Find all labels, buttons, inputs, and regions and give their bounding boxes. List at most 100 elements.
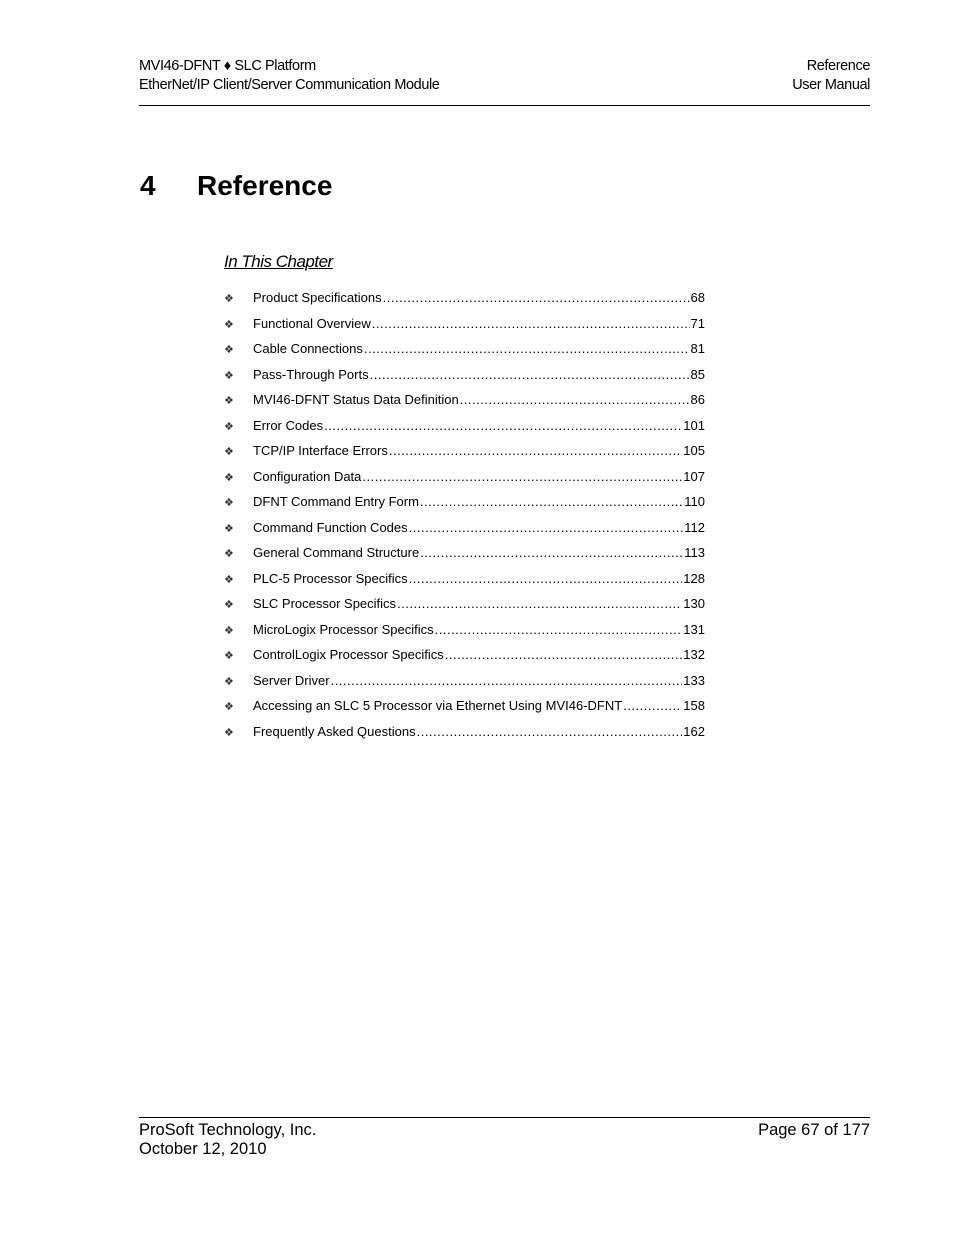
toc-dot-leader [372, 316, 690, 331]
four-diamond-bullet-icon: ❖ [224, 650, 234, 662]
toc-dot-leader [409, 520, 684, 535]
toc-dot-leader [420, 545, 683, 560]
footer-publisher-info: ProSoft Technology, Inc. October 12, 201… [139, 1121, 316, 1159]
toc-page-number[interactable]: 71 [691, 316, 705, 331]
toc-entry[interactable]: ❖ MicroLogix Processor Specifics 131 [224, 622, 705, 648]
toc-page-number[interactable]: 131 [683, 622, 705, 637]
toc-dot-leader [460, 392, 690, 407]
four-diamond-bullet-icon: ❖ [224, 701, 234, 713]
toc-page-number[interactable]: 112 [684, 520, 705, 535]
toc-dot-leader [417, 724, 683, 739]
toc-entry-link[interactable]: MVI46-DFNT Status Data Definition [253, 392, 459, 407]
four-diamond-bullet-icon: ❖ [224, 293, 234, 305]
toc-dot-leader [445, 647, 683, 662]
toc-entry-link[interactable]: TCP/IP Interface Errors [253, 443, 388, 458]
toc-entry-link[interactable]: Command Function Codes [253, 520, 408, 535]
four-diamond-bullet-icon: ❖ [224, 471, 234, 484]
toc-dot-leader [397, 596, 682, 611]
four-diamond-bullet-icon: ❖ [224, 522, 234, 535]
four-diamond-bullet-icon: ❖ [224, 420, 234, 433]
toc-dot-leader [364, 341, 690, 356]
four-diamond-bullet-icon: ❖ [224, 624, 234, 637]
toc-entry[interactable]: ❖ DFNT Command Entry Form 110 [224, 494, 705, 520]
four-diamond-bullet-icon: ❖ [224, 395, 234, 407]
toc-entry[interactable]: ❖ Frequently Asked Questions 162 [224, 724, 705, 750]
four-diamond-bullet-icon: ❖ [224, 726, 234, 739]
toc-page-number[interactable]: 101 [683, 418, 705, 433]
toc-entry-link[interactable]: DFNT Command Entry Form [253, 494, 419, 509]
toc-entry[interactable]: ❖ MVI46-DFNT Status Data Definition 86 [224, 392, 705, 418]
toc-entry[interactable]: ❖ Server Driver 133 [224, 673, 705, 699]
toc-entry[interactable]: ❖ Cable Connections 81 [224, 341, 705, 367]
toc-dot-leader [383, 290, 690, 305]
toc-dot-leader [362, 469, 682, 484]
toc-entry[interactable]: ❖ PLC-5 Processor Specifics 128 [224, 571, 705, 597]
chapter-title-text: Reference [197, 170, 333, 201]
four-diamond-bullet-icon: ❖ [224, 548, 234, 560]
toc-entry[interactable]: ❖ Product Specifications 68 [224, 290, 705, 316]
toc-dot-leader [331, 673, 683, 688]
toc-entry[interactable]: ❖ Accessing an SLC 5 Processor via Ethern… [224, 698, 705, 724]
toc-page-number[interactable]: 162 [683, 724, 705, 739]
toc-dot-leader [623, 698, 682, 713]
toc-page-number[interactable]: 128 [683, 571, 705, 586]
chapter-title: 4 Reference [140, 170, 332, 202]
toc-page-number[interactable]: 68 [691, 290, 705, 305]
toc-entry-link[interactable]: ControlLogix Processor Specifics [253, 647, 444, 662]
toc-dot-leader [435, 622, 683, 637]
page-header: MVI46-DFNT ♦ SLC Platform EtherNet/IP Cl… [139, 57, 870, 106]
toc-entry-link[interactable]: MicroLogix Processor Specifics [253, 622, 434, 637]
toc-entry[interactable]: ❖ ControlLogix Processor Specifics 132 [224, 647, 705, 673]
toc-entry-link[interactable]: PLC-5 Processor Specifics [253, 571, 408, 586]
toc-entry[interactable]: ❖ Pass-Through Ports 85 [224, 367, 705, 393]
toc-page-number[interactable]: 86 [691, 392, 705, 407]
header-section-info: Reference User Manual [792, 57, 870, 95]
toc-page-number[interactable]: 132 [683, 647, 705, 662]
footer-company: ProSoft Technology, Inc. [139, 1121, 317, 1139]
toc-entry-link[interactable]: Frequently Asked Questions [253, 724, 416, 739]
four-diamond-bullet-icon: ❖ [224, 497, 234, 509]
toc-entry-link[interactable]: Functional Overview [253, 316, 371, 331]
toc-page-number[interactable]: 133 [683, 673, 705, 688]
in-this-chapter-heading: In This Chapter [224, 252, 333, 271]
four-diamond-bullet-icon: ❖ [224, 446, 234, 458]
four-diamond-bullet-icon: ❖ [224, 369, 234, 382]
toc-entry-link[interactable]: Cable Connections [253, 341, 363, 356]
toc-page-number[interactable]: 110 [684, 494, 705, 509]
toc-page-number[interactable]: 81 [691, 341, 705, 356]
toc-entry-link[interactable]: Error Codes [253, 418, 323, 433]
header-document-type: User Manual [792, 77, 870, 93]
toc-entry[interactable]: ❖ Command Function Codes 112 [224, 520, 705, 546]
toc-page-number[interactable]: 158 [683, 698, 705, 713]
four-diamond-bullet-icon: ❖ [224, 599, 234, 611]
toc-entry-link[interactable]: Product Specifications [253, 290, 382, 305]
toc-entry[interactable]: ❖ Functional Overview 71 [224, 316, 705, 342]
toc-entry[interactable]: ❖ General Command Structure 113 [224, 545, 705, 571]
toc-entry[interactable]: ❖ SLC Processor Specifics 130 [224, 596, 705, 622]
toc-entry-link[interactable]: Pass-Through Ports [253, 367, 369, 382]
toc-entry[interactable]: ❖ Configuration Data 107 [224, 469, 705, 495]
toc-dot-leader [409, 571, 683, 586]
toc-entry-link[interactable]: Server Driver [253, 673, 330, 688]
toc-entry-link[interactable]: Configuration Data [253, 469, 361, 484]
toc-entry[interactable]: ❖ Error Codes 101 [224, 418, 705, 444]
toc-page-number[interactable]: 105 [683, 443, 705, 458]
toc-page-number[interactable]: 130 [683, 596, 705, 611]
toc-page-number[interactable]: 85 [691, 367, 705, 382]
header-module-name: EtherNet/IP Client/Server Communication … [139, 77, 440, 93]
chapter-number: 4 [140, 170, 156, 201]
toc-entry-link[interactable]: General Command Structure [253, 545, 419, 560]
footer-page-number: Page 67 of 177 [758, 1121, 870, 1139]
four-diamond-bullet-icon: ❖ [224, 675, 234, 688]
toc-page-number[interactable]: 113 [684, 545, 705, 560]
toc-entry-link[interactable]: SLC Processor Specifics [253, 596, 396, 611]
four-diamond-bullet-icon: ❖ [224, 344, 234, 356]
toc-dot-leader [389, 443, 682, 458]
toc-entry[interactable]: ❖ TCP/IP Interface Errors 105 [224, 443, 705, 469]
toc-page-number[interactable]: 107 [683, 469, 705, 484]
toc-entry-link[interactable]: Accessing an SLC 5 Processor via Etherne… [253, 698, 622, 713]
page-footer: ProSoft Technology, Inc. October 12, 201… [139, 1117, 870, 1158]
header-section-name: Reference [806, 58, 871, 74]
footer-date: October 12, 2010 [139, 1140, 267, 1158]
chapter-toc-list: ❖ Product Specifications 68 ❖ Functional Ove… [224, 290, 705, 749]
